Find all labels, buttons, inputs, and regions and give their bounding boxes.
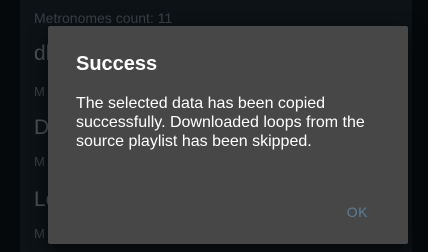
ok-button[interactable]: OK xyxy=(347,204,368,220)
success-dialog: Success The selected data has been copie… xyxy=(48,26,408,244)
dialog-title: Success xyxy=(76,53,158,75)
dialog-message: The selected data has been copied succes… xyxy=(76,95,365,150)
